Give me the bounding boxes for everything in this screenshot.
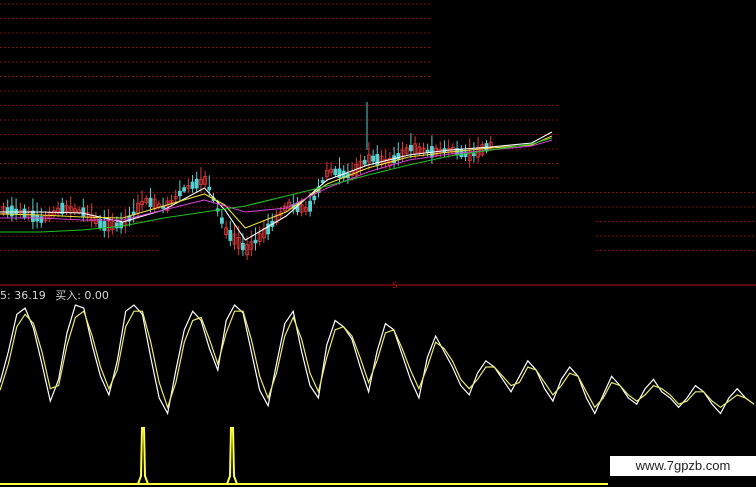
candle-body: [81, 207, 86, 217]
candle-body: [312, 195, 317, 201]
price-grid: [0, 3, 756, 251]
candle-body: [194, 178, 199, 189]
candle-body: [219, 217, 224, 224]
candle-body: [30, 210, 35, 222]
candle-body: [228, 229, 233, 241]
indicator-lines: [0, 304, 755, 416]
site-watermark: www.7gpzb.com: [610, 456, 756, 476]
candlestick-series: [1, 102, 493, 260]
candle-body: [190, 181, 195, 189]
candle-body: [182, 187, 187, 192]
indicator-value: 5: 36.19: [0, 289, 46, 302]
indicator-readout: 5: 36.19 买入: 0.00: [0, 289, 109, 302]
stock-chart: S: [0, 3, 756, 485]
candle-body: [362, 159, 367, 165]
candle-body: [148, 197, 153, 207]
indicator-line: [0, 310, 755, 410]
candle-body: [102, 221, 107, 231]
panel-divider: S: [0, 281, 756, 291]
candle-body: [253, 239, 258, 244]
candle-body: [333, 168, 338, 176]
candle-body: [177, 190, 182, 197]
buy-value: 买入: 0.00: [55, 289, 109, 302]
candle-body: [471, 153, 476, 157]
candle-body: [207, 186, 212, 191]
candle-body: [308, 200, 313, 212]
buy-signal-spike: [137, 427, 149, 485]
marker-label: S: [392, 281, 398, 291]
candle-body: [5, 207, 10, 215]
buy-signal-spike: [226, 427, 238, 485]
candle-body: [14, 208, 19, 215]
buy-signal-spikes: [0, 427, 608, 485]
candle-body: [240, 242, 245, 251]
candle-body: [119, 221, 123, 229]
candle-body: [408, 144, 413, 152]
candle-body: [60, 202, 65, 214]
candle-body: [22, 208, 27, 218]
candle-body: [371, 155, 376, 162]
